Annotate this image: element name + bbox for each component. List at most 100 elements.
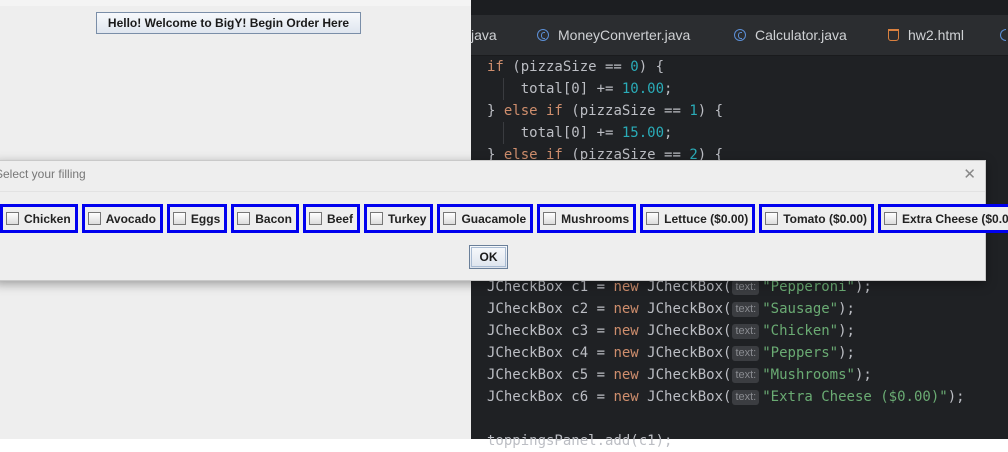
code-token: new bbox=[613, 301, 639, 317]
code-token: ) { bbox=[638, 59, 665, 75]
checkbox-square[interactable] bbox=[172, 212, 186, 225]
code-token: ); bbox=[838, 301, 855, 317]
code-token: 1 bbox=[689, 103, 698, 119]
checkbox-square[interactable] bbox=[765, 212, 779, 225]
filling-checkbox[interactable]: Beef bbox=[302, 204, 360, 233]
checkbox-square[interactable] bbox=[369, 212, 383, 225]
java-class-icon bbox=[1000, 29, 1006, 41]
code-token: JCheckBox( bbox=[638, 323, 732, 339]
code-token: total[0] += bbox=[487, 81, 622, 97]
checkbox-square[interactable] bbox=[646, 212, 660, 225]
filling-checkbox[interactable]: Avocado bbox=[81, 204, 163, 233]
code-token: else if bbox=[503, 103, 563, 119]
checkbox-label: Tomato ($0.00) bbox=[783, 211, 867, 226]
code-token: "Chicken" bbox=[762, 323, 839, 339]
checkbox-label: Beef bbox=[326, 211, 353, 226]
tab-calculator[interactable]: Calculator.java bbox=[734, 15, 847, 55]
tab-label: Calculator.java bbox=[755, 27, 847, 43]
code-token: "Mushrooms" bbox=[762, 367, 855, 383]
checkbox-label: Guacamole bbox=[461, 211, 527, 226]
code-token: JCheckBox c5 = bbox=[487, 367, 614, 383]
checkbox-square[interactable] bbox=[883, 212, 897, 225]
ide-toolbar bbox=[471, 0, 1008, 15]
code-token: JCheckBox c3 = bbox=[487, 323, 614, 339]
indent-guide bbox=[503, 122, 504, 144]
code-token: JCheckBox( bbox=[638, 389, 732, 405]
checkbox-label: Lettuce ($0.00) bbox=[664, 211, 749, 226]
code-token: (pizzaSize == bbox=[562, 103, 690, 119]
code-token: (pizzaSize == bbox=[503, 59, 631, 75]
tab-hw2-html[interactable]: hw2.html bbox=[888, 15, 964, 55]
checkbox-square[interactable] bbox=[308, 212, 322, 225]
parameter-hint: text: bbox=[732, 302, 760, 317]
code-line: total[0] += 15.00; bbox=[487, 122, 673, 144]
close-icon[interactable]: ✕ bbox=[963, 165, 976, 183]
code-token: ) { bbox=[697, 103, 724, 119]
code-token: } bbox=[487, 103, 504, 119]
filling-checkbox[interactable]: Chicken bbox=[0, 204, 78, 233]
parameter-hint: text: bbox=[732, 324, 760, 339]
code-token: ); bbox=[854, 279, 872, 295]
filling-checkbox[interactable]: Bacon bbox=[231, 204, 299, 233]
checkbox-label: Extra Cheese ($0.00) bbox=[901, 211, 1008, 226]
dialog-title: Select your filling bbox=[0, 167, 86, 181]
window-top-strip bbox=[0, 0, 471, 6]
checkbox-square[interactable] bbox=[237, 212, 251, 225]
begin-order-button[interactable]: Hello! Welcome to BigY! Begin Order Here bbox=[96, 12, 361, 34]
code-token: "Peppers" bbox=[762, 345, 839, 361]
filling-checkbox[interactable]: Turkey bbox=[363, 204, 434, 233]
code-line: JCheckBox c2 = new JCheckBox(text: "Sausa… bbox=[487, 298, 855, 320]
checkbox-label: Turkey bbox=[387, 211, 427, 226]
code-token: "Extra Cheese ($0.00)" bbox=[762, 389, 948, 405]
code-token: new bbox=[613, 279, 639, 295]
code-token: JCheckBox c2 = bbox=[487, 301, 614, 317]
code-token: JCheckBox c6 = bbox=[487, 389, 614, 405]
title-divider bbox=[0, 191, 985, 192]
code-token: total[0] += bbox=[487, 125, 622, 141]
tab-money-converter[interactable]: MoneyConverter.java bbox=[537, 15, 690, 55]
code-token: 10.00 bbox=[621, 81, 665, 97]
tab-label: MoneyConverter.java bbox=[558, 27, 691, 43]
code-token: ); bbox=[838, 323, 855, 339]
code-token: 0 bbox=[630, 59, 639, 75]
code-token: ; bbox=[664, 125, 673, 141]
code-token: 15.00 bbox=[621, 125, 665, 141]
java-class-icon bbox=[734, 29, 746, 41]
checkbox-square[interactable] bbox=[443, 212, 457, 225]
filling-checkbox[interactable]: Eggs bbox=[166, 204, 228, 233]
code-token: ; bbox=[664, 81, 673, 97]
java-class-icon bbox=[537, 29, 549, 41]
code-token: JCheckBox( bbox=[638, 367, 732, 383]
code-line: } else if (pizzaSize == 1) { bbox=[487, 100, 723, 122]
code-token: JCheckBox( bbox=[638, 279, 732, 295]
code-token: JCheckBox c1 = bbox=[487, 279, 614, 295]
checkbox-label: Avocado bbox=[105, 211, 156, 226]
checkbox-label: Chicken bbox=[24, 211, 71, 226]
checkbox-square[interactable] bbox=[87, 212, 101, 225]
indent-guide bbox=[503, 78, 504, 100]
code-token: new bbox=[613, 323, 639, 339]
code-line: total[0] += 10.00; bbox=[487, 78, 673, 100]
filling-options: Chicken Avocado Eggs Bacon Beef Turkey Guacamo… bbox=[0, 204, 1008, 233]
filling-checkbox[interactable]: Extra Cheese ($0.00) bbox=[877, 204, 1008, 233]
tab-java-partial[interactable]: java bbox=[471, 15, 497, 55]
filling-checkbox[interactable]: Guacamole bbox=[437, 204, 534, 233]
filling-checkbox[interactable]: Mushrooms bbox=[537, 204, 637, 233]
checkbox-square[interactable] bbox=[543, 212, 557, 225]
code-line: JCheckBox c3 = new JCheckBox(text: "Chick… bbox=[487, 320, 855, 342]
checkbox-label: Mushrooms bbox=[561, 211, 630, 226]
code-line: JCheckBox c5 = new JCheckBox(text: "Mushr… bbox=[487, 364, 872, 386]
tab-overflow-partial[interactable] bbox=[1000, 15, 1006, 55]
parameter-hint: text: bbox=[732, 346, 760, 361]
code-line: JCheckBox c6 = new JCheckBox(text: "Extra… bbox=[487, 386, 965, 408]
filling-checkbox[interactable]: Lettuce ($0.00) bbox=[640, 204, 756, 233]
code-line: toppingsPanel.add(c1); bbox=[487, 430, 672, 452]
checkbox-square[interactable] bbox=[6, 212, 19, 225]
filling-checkbox[interactable]: Tomato ($0.00) bbox=[759, 204, 874, 233]
code-line: JCheckBox c4 = new JCheckBox(text: "Peppe… bbox=[487, 342, 855, 364]
code-token: new bbox=[613, 367, 639, 383]
code-token: ); bbox=[854, 367, 872, 383]
code-token: if bbox=[487, 59, 504, 75]
ok-button[interactable]: OK bbox=[469, 245, 508, 269]
tab-label: hw2.html bbox=[908, 27, 965, 43]
